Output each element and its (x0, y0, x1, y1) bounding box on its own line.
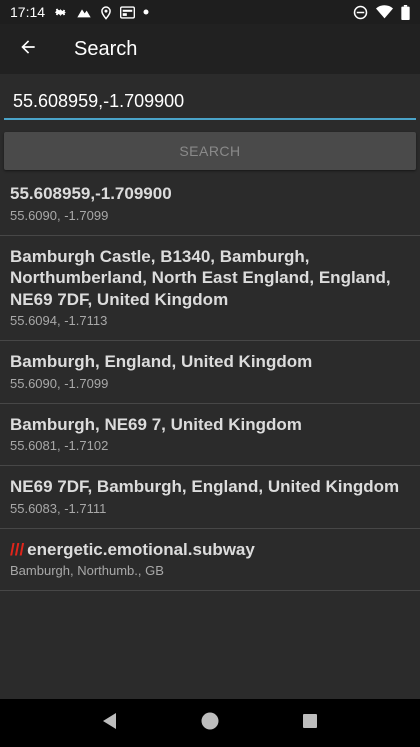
result-title: 55.608959,-1.709900 (10, 184, 172, 203)
page-title: Search (74, 37, 138, 60)
status-bar: 17:14 (0, 0, 420, 24)
result-subtitle: 55.6083, -1.7111 (10, 500, 107, 516)
result-title: NE69 7DF, Bamburgh, England, United King… (10, 477, 400, 496)
back-triangle-icon (102, 712, 118, 735)
search-input[interactable] (4, 80, 416, 120)
what3words-slashes: /// (10, 539, 25, 559)
result-title: ///energetic.emotional.subway (10, 539, 410, 561)
location-icon (100, 5, 112, 20)
list-item[interactable]: 55.608959,-1.709900 55.6090, -1.7099 (0, 173, 420, 236)
search-button[interactable]: SEARCH (4, 132, 416, 170)
result-title: Bamburgh, NE69 7, United Kingdom (10, 414, 302, 434)
mountain-icon (76, 5, 92, 19)
result-subtitle: 55.6090, -1.7099 (10, 375, 109, 391)
back-button[interactable] (0, 24, 56, 74)
settings-icon (53, 5, 68, 20)
nav-back-button[interactable] (86, 699, 134, 747)
list-item[interactable]: Bamburgh Castle, B1340, Bamburgh, Northu… (0, 236, 420, 341)
list-item[interactable]: Bamburgh, NE69 7, United Kingdom 55.6081… (0, 404, 420, 466)
home-circle-icon (200, 711, 220, 736)
status-time: 17:14 (10, 4, 46, 20)
list-item[interactable]: Bamburgh, England, United Kingdom 55.609… (0, 341, 420, 404)
status-bar-right (353, 4, 410, 20)
result-subtitle: 55.6090, -1.7099 (10, 207, 109, 223)
dot-icon (143, 9, 149, 15)
results-list: 55.608959,-1.709900 55.6090, -1.7099 Bam… (0, 173, 420, 591)
recents-square-icon (302, 713, 318, 734)
nav-recents-button[interactable] (286, 699, 334, 747)
result-subtitle: 55.6094, -1.7113 (10, 313, 108, 328)
battery-icon (401, 4, 410, 20)
what3words-address: energetic.emotional.subway (27, 539, 255, 559)
result-title: Bamburgh Castle, B1340, Bamburgh, Northu… (10, 246, 391, 309)
app-bar: Search (0, 24, 420, 74)
news-icon (120, 5, 136, 19)
search-area: SEARCH (0, 74, 420, 170)
nav-home-button[interactable] (186, 699, 234, 747)
result-subtitle: 55.6081, -1.7102 (10, 438, 109, 453)
wifi-icon (376, 5, 393, 19)
do-not-disturb-icon (353, 5, 368, 20)
result-title: Bamburgh, England, United Kingdom (10, 352, 313, 371)
result-subtitle: Bamburgh, Northumb., GB (10, 563, 164, 578)
arrow-back-icon (18, 37, 38, 62)
navigation-bar (0, 699, 420, 747)
list-item[interactable]: ///energetic.emotional.subway Bamburgh, … (0, 529, 420, 591)
list-item[interactable]: NE69 7DF, Bamburgh, England, United King… (0, 466, 420, 529)
status-bar-left: 17:14 (10, 4, 149, 20)
